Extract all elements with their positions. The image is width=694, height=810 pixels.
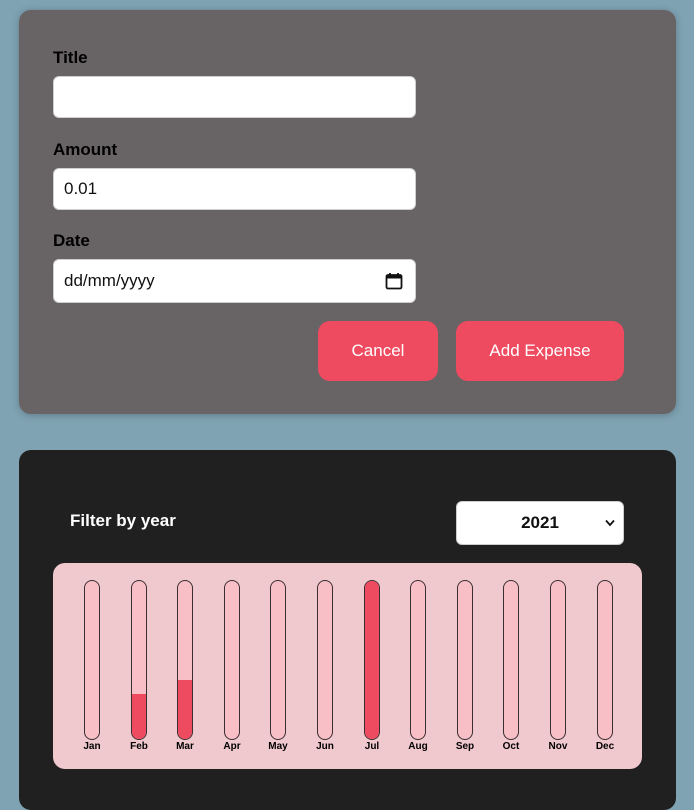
- chart-bar-track: [550, 580, 566, 740]
- new-expense-form: Title Amount 0.01 Date dd/mm/yyyy Cancel…: [19, 10, 676, 414]
- chart-bar-fill: [178, 680, 192, 739]
- chart-bar-label: Jan: [83, 741, 101, 752]
- expenses-card: Filter by year 2021 Jan Feb Mar Apr May Jun Ju…: [19, 450, 676, 810]
- add-expense-button[interactable]: Add Expense: [456, 321, 624, 381]
- chart-bar-track: [177, 580, 193, 740]
- chart-bar-track: [597, 580, 613, 740]
- chart-bar-track: [410, 580, 426, 740]
- chart-bar-sep: [457, 580, 473, 740]
- title-label: Title: [53, 48, 88, 67]
- year-select-value: 2021: [521, 513, 559, 532]
- chart-bar-apr: [224, 580, 240, 740]
- chevron-down-icon: [605, 519, 615, 527]
- chart-bar-jul: [364, 580, 380, 740]
- chart-bar-fill: [132, 694, 146, 739]
- chart-bar-label: Jun: [316, 741, 334, 752]
- chart-bar-label: Sep: [455, 741, 475, 752]
- chart-bar-mar: [177, 580, 193, 740]
- chart-bar-label: Oct: [502, 741, 520, 752]
- amount-input[interactable]: 0.01: [53, 168, 416, 210]
- chart-bar-nov: [550, 580, 566, 740]
- chart-bar-label: Apr: [223, 741, 241, 752]
- date-label: Date: [53, 231, 90, 250]
- chart-bar-oct: [503, 580, 519, 740]
- expenses-chart: Jan Feb Mar Apr May Jun Jul Aug Sep Oct Nov Dec: [53, 563, 642, 769]
- chart-bar-track: [364, 580, 380, 740]
- year-select[interactable]: 2021: [456, 501, 624, 545]
- chart-bar-label: Aug: [408, 741, 428, 752]
- chart-bar-aug: [410, 580, 426, 740]
- chart-bar-track: [84, 580, 100, 740]
- amount-label: Amount: [53, 140, 118, 159]
- chart-bar-track: [317, 580, 333, 740]
- chart-bar-jun: [317, 580, 333, 740]
- filter-label: Filter by year: [70, 511, 176, 530]
- chart-bar-label: Nov: [548, 741, 568, 752]
- cancel-button[interactable]: Cancel: [318, 321, 438, 381]
- chart-bar-track: [131, 580, 147, 740]
- date-input[interactable]: dd/mm/yyyy: [53, 259, 416, 303]
- chart-bar-label: Mar: [176, 741, 194, 752]
- chart-bar-track: [224, 580, 240, 740]
- chart-bar-track: [457, 580, 473, 740]
- chart-bar-fill: [365, 581, 379, 739]
- chart-bar-track: [270, 580, 286, 740]
- chart-bar-jan: [84, 580, 100, 740]
- chart-bar-may: [270, 580, 286, 740]
- chart-bar-dec: [597, 580, 613, 740]
- chart-bar-track: [503, 580, 519, 740]
- chart-bar-label: Dec: [595, 741, 615, 752]
- title-input[interactable]: [53, 76, 416, 118]
- chart-bar-label: May: [268, 741, 288, 752]
- chart-bar-feb: [131, 580, 147, 740]
- chart-bar-label: Feb: [130, 741, 148, 752]
- date-placeholder: dd/mm/yyyy: [64, 271, 155, 290]
- chart-bar-label: Jul: [364, 741, 380, 752]
- calendar-icon[interactable]: [385, 272, 403, 290]
